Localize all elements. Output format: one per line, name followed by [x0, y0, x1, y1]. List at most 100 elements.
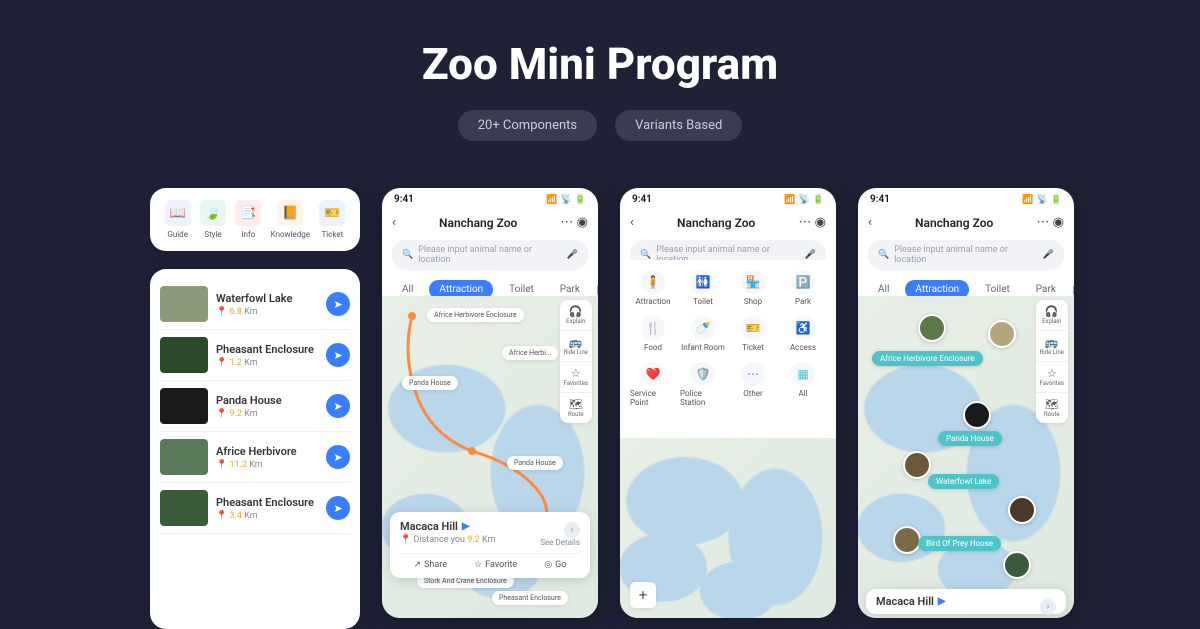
map-avatar[interactable]: [893, 526, 921, 554]
mic-icon[interactable]: 🎤: [805, 250, 816, 260]
navigate-button[interactable]: ➤: [326, 394, 350, 418]
navigate-button[interactable]: ➤: [326, 445, 350, 469]
category-ticket[interactable]: 🎫Ticket: [730, 316, 776, 352]
category-label: All: [798, 389, 807, 398]
back-icon[interactable]: ‹: [868, 215, 872, 230]
list-distance: 📍 1.2 Km: [216, 358, 318, 368]
map-avatar[interactable]: [903, 451, 931, 479]
tool-explain[interactable]: 🎧Explain: [560, 300, 592, 331]
category-icon: ♿: [791, 316, 815, 340]
toolbar-label: Info: [241, 230, 255, 239]
category-label: Food: [644, 343, 662, 352]
phone-map-route: 9:41 📶📡🔋 ‹ Nanchang Zoo ⋯ ◉ 🔍 Please inp…: [382, 188, 598, 618]
guide-icon: 📖: [165, 200, 191, 226]
signal-icon: 📶: [784, 195, 795, 205]
toolbar-item-style[interactable]: 🍃Style: [200, 200, 226, 239]
pill-row: 20+ Components Variants Based: [0, 110, 1200, 141]
mic-icon[interactable]: 🎤: [567, 250, 578, 260]
thumbnail: [160, 388, 208, 424]
search-input[interactable]: 🔍 Please input animal name or location 🎤: [392, 240, 588, 270]
grid-icon[interactable]: ▦: [596, 283, 598, 296]
navigate-button[interactable]: ➤: [326, 292, 350, 316]
map-avatar[interactable]: [988, 320, 1016, 348]
card-title: Macaca Hill▶: [876, 595, 1056, 608]
category-food[interactable]: 🍴Food: [630, 316, 676, 352]
toolbar-item-knowledge[interactable]: 📙Knowledge: [271, 200, 310, 239]
category-access[interactable]: ♿Access: [780, 316, 826, 352]
tool-favorites[interactable]: ☆Favorites: [1036, 362, 1068, 393]
map-chip[interactable]: Africe Herbi...: [502, 346, 558, 360]
map-avatar[interactable]: [918, 314, 946, 342]
tool-rideline[interactable]: 🚌Ride Line: [1036, 331, 1068, 362]
navigate-button[interactable]: ➤: [326, 496, 350, 520]
category-infant-room[interactable]: 🍼Infant Room: [680, 316, 726, 352]
see-details-link[interactable]: See Details: [540, 538, 580, 547]
category-police-station[interactable]: 🛡️Police Station: [680, 362, 726, 407]
share-button[interactable]: ↗ Share: [414, 560, 447, 570]
map-tag[interactable]: Waterfowl Lake: [928, 474, 999, 489]
category-toilet[interactable]: 🚻Toilet: [680, 270, 726, 306]
map-avatar[interactable]: [1003, 551, 1031, 579]
map-chip[interactable]: Pheasant Enclosure: [492, 591, 568, 605]
list-item[interactable]: Waterfowl Lake📍 6.8 Km➤: [160, 279, 350, 330]
favorite-button[interactable]: ☆ Favorite: [474, 560, 517, 570]
list-title: Panda House: [216, 394, 318, 407]
toolbar-item-info[interactable]: 📑Info: [235, 200, 261, 239]
category-all[interactable]: ▦All: [780, 362, 826, 407]
map-chip[interactable]: Panda House: [402, 376, 458, 390]
map-canvas[interactable]: 🎧Explain 🚌Ride Line ☆Favorites 🗺Route Af…: [382, 296, 598, 618]
go-button[interactable]: ◎ Go: [544, 560, 566, 570]
map-tag[interactable]: Africe Herbivore Enclosure: [872, 351, 983, 366]
list-item[interactable]: Panda House📍 9.2 Km➤: [160, 381, 350, 432]
nav-title: Nanchang Zoo: [677, 216, 755, 230]
category-service-point[interactable]: ❤️Service Point: [630, 362, 676, 407]
back-icon[interactable]: ‹: [392, 215, 396, 230]
tool-route[interactable]: 🗺Route: [560, 393, 592, 423]
category-icon: 🍼: [691, 316, 715, 340]
toolbar-label: Knowledge: [271, 230, 310, 239]
map-chip[interactable]: Africe Herbivore Enclosure: [427, 308, 524, 322]
navbar: ‹ Nanchang Zoo ⋯ ◉: [858, 211, 1074, 236]
thumbnail: [160, 490, 208, 526]
chevron-right-icon[interactable]: ›: [564, 522, 580, 538]
category-park[interactable]: 🅿️Park: [780, 270, 826, 306]
star-icon: ☆: [564, 367, 588, 380]
mic-icon[interactable]: 🎤: [1043, 250, 1054, 260]
search-input[interactable]: 🔍 Please input animal name or location 🎤: [868, 240, 1064, 270]
play-icon[interactable]: ▶: [462, 521, 470, 532]
back-icon[interactable]: ‹: [630, 215, 634, 230]
pill-components: 20+ Components: [458, 110, 597, 141]
map-avatar[interactable]: [1008, 496, 1036, 524]
toolbar-item-guide[interactable]: 📖Guide: [165, 200, 191, 239]
star-icon: ☆: [1040, 367, 1064, 380]
chevron-right-icon[interactable]: ›: [1040, 599, 1056, 615]
play-icon[interactable]: ▶: [938, 596, 946, 607]
toolbar-item-ticket[interactable]: 🎫Ticket: [319, 200, 345, 239]
tool-rideline[interactable]: 🚌Ride Line: [560, 331, 592, 362]
list-item[interactable]: Pheasant Enclosure📍 3.4 Km➤: [160, 483, 350, 534]
navigate-button[interactable]: ➤: [326, 343, 350, 367]
tool-route[interactable]: 🗺Route: [1036, 393, 1068, 423]
list-item[interactable]: Pheasant Enclosure📍 1.2 Km➤: [160, 330, 350, 381]
list-item[interactable]: Africe Herbivore📍 11.2 Km➤: [160, 432, 350, 483]
wifi-icon: 📡: [799, 195, 810, 205]
map-tag[interactable]: Panda House: [938, 431, 1002, 446]
category-label: Toilet: [693, 297, 713, 306]
category-shop[interactable]: 🏪Shop: [730, 270, 776, 306]
zoom-in-button[interactable]: +: [630, 582, 656, 608]
grid-icon[interactable]: ▦: [1072, 283, 1074, 296]
category-attraction[interactable]: 🧍Attraction: [630, 270, 676, 306]
status-bar: 9:41 📶📡🔋: [620, 188, 836, 211]
map-chip[interactable]: Panda House: [507, 456, 563, 470]
menu-icon[interactable]: ⋯ ◉: [798, 215, 826, 230]
map-avatar[interactable]: [963, 401, 991, 429]
menu-icon[interactable]: ⋯ ◉: [560, 215, 588, 230]
battery-icon: 🔋: [575, 195, 586, 205]
tool-favorites[interactable]: ☆Favorites: [560, 362, 592, 393]
tool-explain[interactable]: 🎧Explain: [1036, 300, 1068, 331]
map-canvas[interactable]: 🎧Explain 🚌Ride Line ☆Favorites 🗺Route Af…: [858, 296, 1074, 618]
category-other[interactable]: ⋯Other: [730, 362, 776, 407]
menu-icon[interactable]: ⋯ ◉: [1036, 215, 1064, 230]
category-label: Ticket: [742, 343, 764, 352]
map-tag[interactable]: Bird Of Prey House: [918, 536, 1001, 551]
